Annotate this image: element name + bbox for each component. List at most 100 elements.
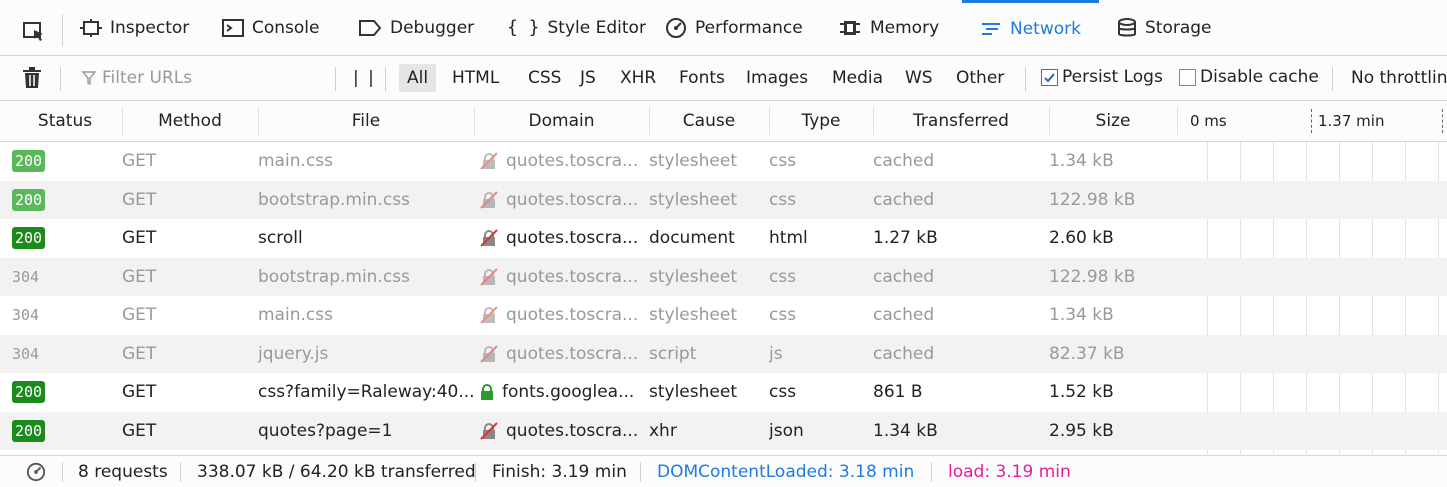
filter-images-button[interactable]: Images xyxy=(746,64,808,92)
performance-analysis-icon[interactable] xyxy=(26,456,46,487)
insecure-lock-icon xyxy=(480,152,498,170)
filter-urls-input[interactable] xyxy=(80,64,320,92)
filter-html-button[interactable]: HTML xyxy=(452,64,499,92)
table-row[interactable]: 200 fonts.googlea... GET css?family=Raleway… xyxy=(0,373,1447,411)
trash-icon[interactable] xyxy=(22,67,42,94)
waterfall-marker xyxy=(1311,109,1312,133)
column-divider xyxy=(1177,107,1178,135)
disable-cache-checkbox[interactable]: Disable cache xyxy=(1179,67,1319,87)
column-header-status[interactable]: Status xyxy=(8,101,122,141)
network-icon xyxy=(982,23,1000,35)
domain-text: quotes.toscra... xyxy=(506,343,639,364)
status-code: 304 xyxy=(12,306,40,324)
domain-cell: quotes.toscra... xyxy=(480,181,648,219)
status-badge: 200 xyxy=(12,150,46,172)
method-cell: GET xyxy=(122,305,157,325)
filter-media-button[interactable]: Media xyxy=(832,64,883,92)
insecure-lock-icon xyxy=(480,267,498,286)
table-row[interactable]: 200 quotes.toscra... GET quotes?page=1 xhr js… xyxy=(0,411,1447,450)
domain-cell: quotes.toscra... xyxy=(480,258,648,296)
insecure-lock-icon xyxy=(480,229,498,247)
insecure-lock-icon xyxy=(480,421,498,440)
type-cell: css xyxy=(769,189,797,210)
size-cell: 1.52 kB xyxy=(1049,382,1114,402)
tab-inspector[interactable]: Inspector xyxy=(80,0,189,55)
column-header-file[interactable]: File xyxy=(258,101,474,141)
column-header-transferred[interactable]: Transferred xyxy=(873,101,1049,141)
throttling-select[interactable]: No throttlin xyxy=(1351,64,1447,92)
disable-cache-label: Disable cache xyxy=(1200,67,1319,87)
domain-text: quotes.toscra... xyxy=(506,189,639,210)
tab-network[interactable]: Network xyxy=(962,0,1099,55)
method-cell: GET xyxy=(122,266,157,287)
table-row[interactable]: 304 quotes.toscra... GET main.css stylesheet… xyxy=(0,296,1447,334)
filter-all-button[interactable]: All xyxy=(399,64,437,92)
pause-button[interactable]: | | xyxy=(353,64,376,92)
insecure-lock-icon xyxy=(480,344,498,363)
cause-cell: document xyxy=(649,228,735,248)
tab-memory[interactable]: Memory xyxy=(838,0,939,55)
footer-divider xyxy=(62,462,63,482)
cause-cell: script xyxy=(649,343,697,364)
table-row[interactable]: 304 quotes.toscra... GET jquery.js script js c… xyxy=(0,334,1447,373)
domain-text: quotes.toscra... xyxy=(506,151,639,171)
status-cell: 200 xyxy=(12,412,112,450)
filter-fonts-button[interactable]: Fonts xyxy=(679,64,725,92)
request-count: 8 requests xyxy=(78,461,168,482)
domain-text: quotes.toscra... xyxy=(506,420,639,441)
filter-xhr-button[interactable]: XHR xyxy=(620,64,656,92)
status-badge: 200 xyxy=(12,188,46,211)
size-cell: 2.60 kB xyxy=(1049,228,1114,248)
cause-cell: stylesheet xyxy=(649,189,737,210)
column-header-method[interactable]: Method xyxy=(122,101,258,141)
tab-storage[interactable]: Storage xyxy=(1117,0,1212,55)
file-cell: main.css xyxy=(258,305,333,325)
filter-js-button[interactable]: JS xyxy=(580,64,596,92)
column-header-cause[interactable]: Cause xyxy=(649,101,769,141)
tab-performance[interactable]: Performance xyxy=(665,0,803,55)
type-cell: css xyxy=(769,382,797,402)
domain-cell: quotes.toscra... xyxy=(480,412,648,450)
filter-other-button[interactable]: Other xyxy=(956,64,1004,92)
insecure-lock-icon xyxy=(480,306,498,324)
table-row[interactable]: 304 quotes.toscra... GET bootstrap.min.css s… xyxy=(0,257,1447,296)
column-header-size[interactable]: Size xyxy=(1049,101,1177,141)
checkbox-checked-icon xyxy=(1041,68,1058,86)
domain-cell: quotes.toscra... xyxy=(480,296,648,334)
insecure-lock-icon xyxy=(480,190,498,209)
method-cell: GET xyxy=(122,382,157,402)
domain-cell: quotes.toscra... xyxy=(480,142,648,180)
footer-divider xyxy=(180,462,181,482)
performance-icon xyxy=(666,17,686,38)
status-bar: 8 requests 338.07 kB / 64.20 kB transfer… xyxy=(0,455,1447,487)
type-cell: json xyxy=(769,420,804,441)
column-header-domain[interactable]: Domain xyxy=(474,101,649,141)
transferred-cell: cached xyxy=(873,305,935,325)
type-cell: css xyxy=(769,151,797,171)
tab-console[interactable]: Console xyxy=(222,0,320,55)
status-cell: 200 xyxy=(12,181,112,219)
table-row[interactable]: 200 quotes.toscra... GET main.css stylesheet… xyxy=(0,142,1447,180)
domcontentloaded-time: DOMContentLoaded: 3.18 min xyxy=(657,461,915,482)
request-list: 200 quotes.toscra... GET main.css stylesheet… xyxy=(0,142,1447,454)
persist-logs-checkbox[interactable]: Persist Logs xyxy=(1041,67,1163,87)
footer-divider xyxy=(475,462,476,482)
network-toolbar: | | All HTML CSS JS XHR Fonts Images Med… xyxy=(0,56,1447,101)
console-icon xyxy=(222,18,244,37)
storage-icon xyxy=(1118,17,1136,36)
filter-css-button[interactable]: CSS xyxy=(528,64,561,92)
element-picker-icon[interactable] xyxy=(22,20,46,44)
size-cell: 82.37 kB xyxy=(1049,343,1125,364)
status-cell: 200 xyxy=(12,142,112,180)
tab-label: Storage xyxy=(1145,17,1212,38)
tab-style-editor[interactable]: { } Style Editor xyxy=(507,0,646,55)
table-row[interactable]: 200 quotes.toscra... GET bootstrap.min.css s… xyxy=(0,180,1447,219)
cause-cell: stylesheet xyxy=(649,305,737,325)
filter-ws-button[interactable]: WS xyxy=(905,64,933,92)
toolbar-divider xyxy=(1025,67,1026,91)
table-row[interactable]: 200 quotes.toscra... GET scroll document html… xyxy=(0,219,1447,257)
tab-debugger[interactable]: Debugger xyxy=(358,0,474,55)
column-header-type[interactable]: Type xyxy=(769,101,873,141)
tab-label: Debugger xyxy=(390,17,475,38)
waterfall-tick-end: 1.37 min xyxy=(1318,112,1385,130)
